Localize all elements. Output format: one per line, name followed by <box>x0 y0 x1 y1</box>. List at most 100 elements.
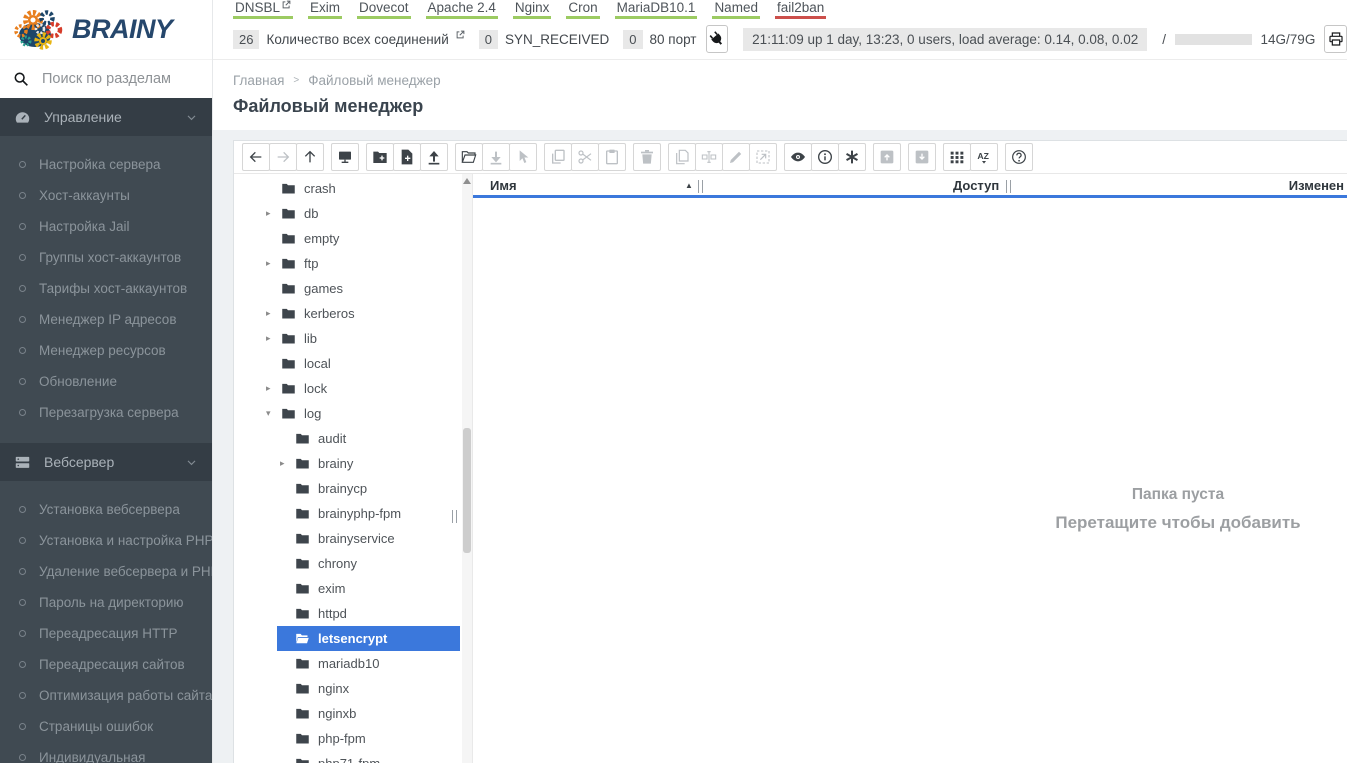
sidebar-item-установка-и-настройка-php[interactable]: Установка и настройка PHP <box>0 525 212 556</box>
preview-button[interactable] <box>784 143 812 171</box>
upload-button[interactable] <box>420 143 448 171</box>
back-button[interactable] <box>242 143 270 171</box>
service-link-fail2ban[interactable]: fail2ban <box>774 0 827 19</box>
tree-item-inner: mariadb10 <box>293 651 472 676</box>
permissions-button[interactable] <box>838 143 866 171</box>
sort-alpha-button[interactable] <box>970 143 998 171</box>
counter-label[interactable]: 80 порт <box>650 32 697 47</box>
print-button[interactable] <box>1324 25 1347 53</box>
counter-label[interactable]: SYN_RECEIVED <box>505 32 609 47</box>
tree-item-brainycp[interactable]: brainycp <box>234 476 472 501</box>
tree-item-kerberos[interactable]: ▸ kerberos <box>234 301 472 326</box>
counter-label[interactable]: Количество всех соединений <box>266 32 448 47</box>
tree-item-empty[interactable]: empty <box>234 226 472 251</box>
tree-item-mariadb10[interactable]: mariadb10 <box>234 651 472 676</box>
panel-resize-handle[interactable] <box>452 510 457 523</box>
service-link-dovecot[interactable]: Dovecot <box>357 0 411 19</box>
view-grid-button[interactable] <box>943 143 971 171</box>
uptime-text: 21:11:09 up 1 day, 13:23, 0 users, load … <box>743 27 1148 51</box>
bullet-icon <box>19 537 26 544</box>
column-resize-handle[interactable] <box>1006 180 1011 193</box>
sidebar-item-переадресация-сайтов[interactable]: Переадресация сайтов <box>0 649 212 680</box>
column-header-name[interactable]: Имя <box>490 178 517 193</box>
tree-item-exim[interactable]: exim <box>234 576 472 601</box>
service-link-mariadb10-1[interactable]: MariaDB10.1 <box>614 0 698 19</box>
sidebar-section-вебсервер[interactable]: Вебсервер <box>0 443 212 481</box>
sidebar-item-менеджер-ресурсов[interactable]: Менеджер ресурсов <box>0 335 212 366</box>
tree-item-ftp[interactable]: ▸ ftp <box>234 251 472 276</box>
service-link-nginx[interactable]: Nginx <box>512 0 552 19</box>
sidebar-item-перезагрузка-сервера[interactable]: Перезагрузка сервера <box>0 397 212 428</box>
breadcrumb-home[interactable]: Главная <box>233 73 284 88</box>
sidebar-section-управление[interactable]: Управление <box>0 98 212 136</box>
sidebar-item-удаление-вебсервера-и-php[interactable]: Удаление вебсервера и PHP <box>0 556 212 587</box>
connections-button[interactable] <box>705 25 729 53</box>
tree-item-db[interactable]: ▸ db <box>234 201 472 226</box>
sidebar-item-оптимизация-работы-сайта[interactable]: Оптимизация работы сайта <box>0 680 212 711</box>
service-link-named[interactable]: Named <box>712 0 760 19</box>
sidebar-item-пароль-на-директорию[interactable]: Пароль на директорию <box>0 587 212 618</box>
tree-item-php71-fpm[interactable]: php71-fpm <box>234 751 472 763</box>
tree-item-label: nginxb <box>318 706 357 721</box>
sidebar-item-настройка-сервера[interactable]: Настройка сервера <box>0 149 212 180</box>
info-button[interactable] <box>811 143 839 171</box>
new-file-button[interactable] <box>393 143 421 171</box>
expander-icon[interactable]: ▾ <box>266 408 279 419</box>
sidebar-item-страницы-ошибок[interactable]: Страницы ошибок <box>0 711 212 742</box>
service-link-label: Named <box>714 0 758 15</box>
service-link-cron[interactable]: Cron <box>566 0 600 19</box>
tree-item-label: brainycp <box>318 481 368 496</box>
tree-item-lock[interactable]: ▸ lock <box>234 376 472 401</box>
open-folder-button[interactable] <box>455 143 483 171</box>
help-button[interactable] <box>1005 143 1033 171</box>
home-directory-button[interactable] <box>331 143 359 171</box>
tree-item-brainy[interactable]: ▸ brainy <box>234 451 472 476</box>
sidebar-item-настройка-jail[interactable]: Настройка Jail <box>0 211 212 242</box>
column-resize-handle[interactable] <box>698 180 703 193</box>
tree-item-crash[interactable]: crash <box>234 176 472 201</box>
tree-item-httpd[interactable]: httpd <box>234 601 472 626</box>
expander-icon[interactable]: ▸ <box>266 258 279 269</box>
tree-item-brainyphp-fpm[interactable]: brainyphp-fpm <box>234 501 472 526</box>
expander-icon[interactable]: ▸ <box>266 383 279 394</box>
expander-icon[interactable]: ▸ <box>266 333 279 344</box>
tree-item-php-fpm[interactable]: php-fpm <box>234 726 472 751</box>
scrollbar-thumb[interactable] <box>463 428 471 553</box>
tree-item-games[interactable]: games <box>234 276 472 301</box>
service-link-dnsbl[interactable]: DNSBL <box>233 0 294 19</box>
sidebar-item-группы-хост-аккаунтов[interactable]: Группы хост-аккаунтов <box>0 242 212 273</box>
expander-icon[interactable]: ▸ <box>280 458 293 469</box>
expander-icon[interactable]: ▸ <box>266 208 279 219</box>
tree-item-audit[interactable]: audit <box>234 426 472 451</box>
tree-item-log[interactable]: ▾ log <box>234 401 472 426</box>
sidebar-item-тарифы-хост-аккаунтов[interactable]: Тарифы хост-аккаунтов <box>0 273 212 304</box>
sidebar-item-установка-вебсервера[interactable]: Установка вебсервера <box>0 494 212 525</box>
tree-item-label: audit <box>318 431 347 446</box>
column-header-modified[interactable]: Изменен <box>1289 178 1344 193</box>
service-link-exim[interactable]: Exim <box>308 0 343 19</box>
tree-item-letsencrypt[interactable]: letsencrypt <box>234 626 472 651</box>
column-header-access[interactable]: Доступ <box>953 178 999 193</box>
tree-item-lib[interactable]: ▸ lib <box>234 326 472 351</box>
sidebar-item-индивидуальная[interactable]: Индивидуальная <box>0 742 212 763</box>
sidebar-item-хост-аккаунты[interactable]: Хост-аккаунты <box>0 180 212 211</box>
sidebar-item-обновление[interactable]: Обновление <box>0 366 212 397</box>
up-button[interactable] <box>296 143 324 171</box>
tree-item-local[interactable]: local <box>234 351 472 376</box>
toolbar-group <box>633 143 661 171</box>
tree-scrollbar[interactable] <box>462 174 472 763</box>
service-link-apache-2-4[interactable]: Apache 2.4 <box>425 0 498 19</box>
new-folder-button[interactable] <box>366 143 394 171</box>
sidebar-item-переадресация-http[interactable]: Переадресация HTTP <box>0 618 212 649</box>
expander-icon[interactable]: ▸ <box>266 308 279 319</box>
scroll-up-icon[interactable] <box>463 178 471 184</box>
tree-item-brainyservice[interactable]: brainyservice <box>234 526 472 551</box>
sidebar: BRAINY Управление Настройка сервера Хост-а… <box>0 0 212 763</box>
tree-item-nginxb[interactable]: nginxb <box>234 701 472 726</box>
search-input[interactable] <box>40 70 199 88</box>
tree-item-chrony[interactable]: chrony <box>234 551 472 576</box>
logo[interactable]: BRAINY <box>0 0 212 60</box>
help-icon <box>1011 149 1027 165</box>
sidebar-item-менеджер-ip-адресов[interactable]: Менеджер IP адресов <box>0 304 212 335</box>
tree-item-nginx[interactable]: nginx <box>234 676 472 701</box>
